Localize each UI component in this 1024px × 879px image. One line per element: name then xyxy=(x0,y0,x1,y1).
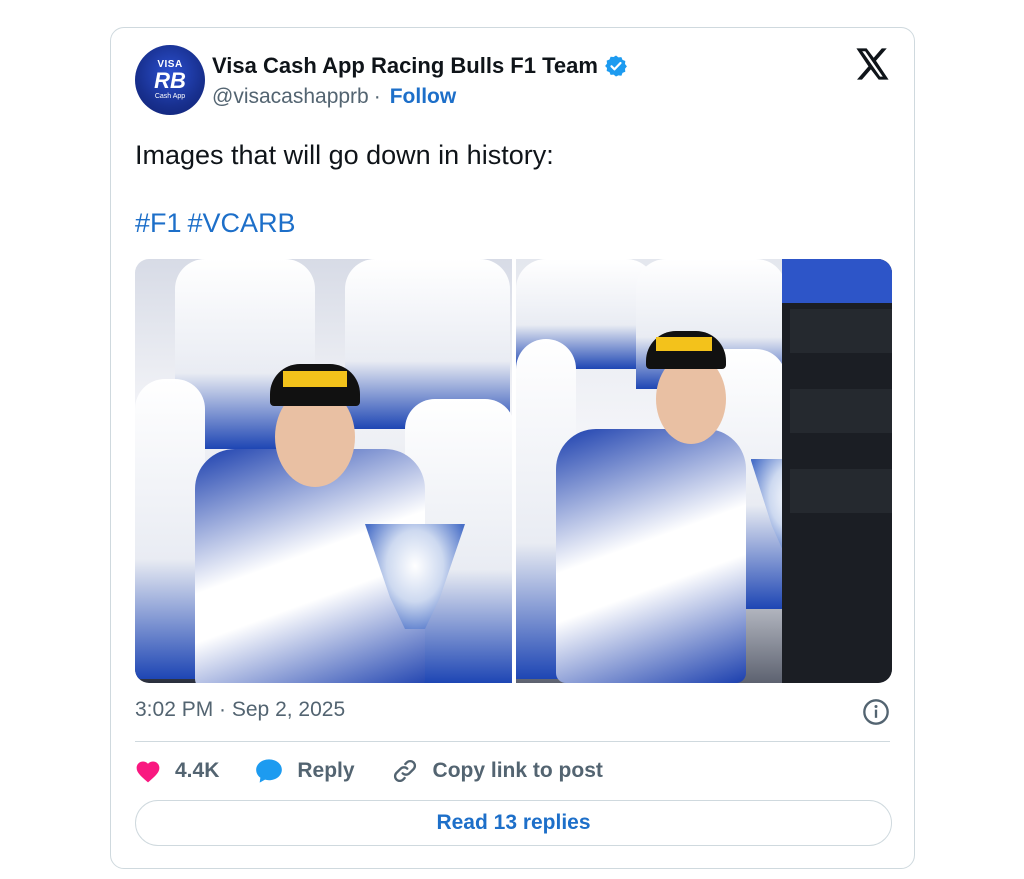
driver-cap-band xyxy=(655,337,712,351)
avatar-bottom-text: Cash App xyxy=(154,93,186,100)
link-icon xyxy=(393,759,416,783)
hashtags: #F1 #VCARB xyxy=(135,208,302,239)
media-grid[interactable] xyxy=(135,259,892,683)
like-count: 4.4K xyxy=(175,759,220,782)
reply-bubble-icon xyxy=(256,759,283,783)
photo-right[interactable] xyxy=(515,259,892,683)
tweet-card: VISA RB Cash App Visa Cash App Racing Bu… xyxy=(110,27,915,869)
avatar-logo-text: RB xyxy=(154,68,186,93)
driver-cap-band xyxy=(283,371,347,387)
pit-board-band xyxy=(790,389,892,433)
follow-link[interactable]: Follow xyxy=(390,85,457,109)
pit-board-header xyxy=(782,259,892,303)
tweet-text: Images that will go down in history: xyxy=(135,140,554,170)
author-display-name[interactable]: Visa Cash App Racing Bulls F1 Team xyxy=(212,53,598,79)
author-name-row: Visa Cash App Racing Bulls F1 Team xyxy=(212,53,628,79)
action-bar: 4.4K Reply Copy link to post xyxy=(135,756,639,786)
like-button[interactable]: 4.4K xyxy=(135,759,219,783)
verified-badge-icon xyxy=(605,55,627,77)
tweet-timestamp[interactable]: 3:02 PM · Sep 2, 2025 xyxy=(135,698,345,722)
copy-link-button[interactable]: Copy link to post xyxy=(391,757,603,785)
heart-icon xyxy=(136,761,160,783)
reply-label: Reply xyxy=(297,759,355,782)
author-handle-row: @visacashapprb · Follow xyxy=(212,85,456,109)
pit-board-band xyxy=(790,309,892,353)
info-icon[interactable] xyxy=(862,698,890,726)
driver-suit xyxy=(555,429,746,683)
hashtag-link[interactable]: #VCARB xyxy=(188,208,296,238)
divider xyxy=(135,741,890,742)
read-replies-button[interactable]: Read 13 replies xyxy=(135,800,892,846)
author-handle[interactable]: @visacashapprb xyxy=(212,85,369,109)
handle-separator: · xyxy=(373,85,381,108)
pit-board-band xyxy=(790,469,892,513)
photo-left[interactable] xyxy=(135,259,512,683)
reply-button[interactable]: Reply xyxy=(255,758,355,784)
copy-link-label: Copy link to post xyxy=(432,759,603,782)
pit-board xyxy=(782,259,892,683)
x-logo-icon[interactable] xyxy=(856,48,890,80)
avatar[interactable]: VISA RB Cash App xyxy=(135,45,205,115)
hashtag-link[interactable]: #F1 xyxy=(135,208,182,238)
